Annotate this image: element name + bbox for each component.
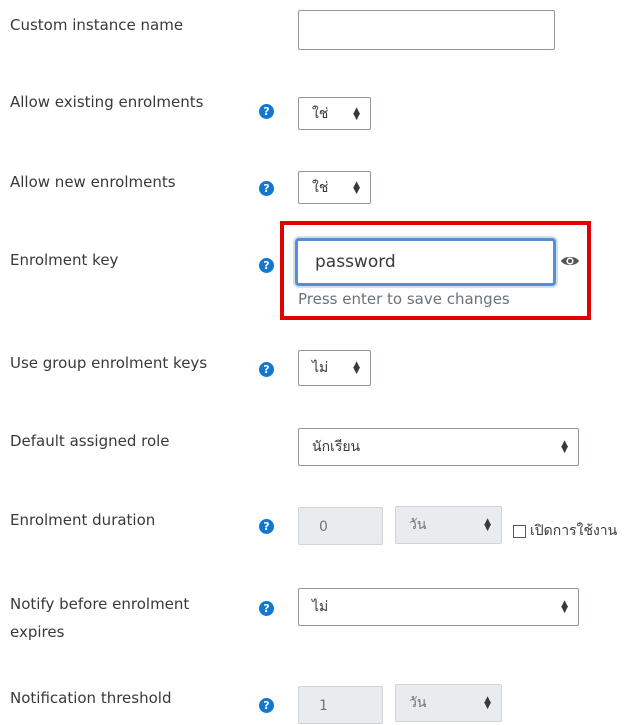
- custom-instance-name-input[interactable]: [298, 10, 555, 50]
- notify-before-expires-value: ไม่: [312, 599, 329, 615]
- help-icon[interactable]: ?: [259, 181, 274, 196]
- up-down-caret-icon: ▲ ▼: [484, 695, 491, 711]
- default-assigned-role-select[interactable]: นักเรียน ▲ ▼: [298, 428, 579, 466]
- default-assigned-role-label: Default assigned role: [10, 432, 170, 450]
- enrolment-duration-label: Enrolment duration: [10, 511, 156, 529]
- up-down-caret-icon: ▲ ▼: [561, 439, 568, 455]
- enrolment-duration-number-input[interactable]: 0: [298, 507, 383, 545]
- allow-new-enrolments-select[interactable]: ใช่ ▲ ▼: [298, 171, 371, 204]
- help-icon[interactable]: ?: [259, 104, 274, 119]
- allow-new-enrolments-label: Allow new enrolments: [10, 173, 176, 191]
- enrolment-key-label: Enrolment key: [10, 251, 119, 269]
- allow-existing-enrolments-value: ใช่: [312, 105, 329, 122]
- use-group-enrolment-keys-label: Use group enrolment keys: [10, 354, 208, 372]
- allow-existing-enrolments-label: Allow existing enrolments: [10, 93, 204, 111]
- enable-duration-label: เปิดการใช้งาน: [530, 523, 618, 539]
- notification-threshold-unit-select[interactable]: วัน ▲ ▼: [395, 684, 502, 722]
- allow-existing-enrolments-select[interactable]: ใช่ ▲ ▼: [298, 97, 371, 130]
- help-icon[interactable]: ?: [259, 698, 274, 713]
- enrolment-duration-unit-select[interactable]: วัน ▲ ▼: [395, 506, 502, 544]
- help-icon[interactable]: ?: [259, 519, 274, 534]
- notification-threshold-unit-value: วัน: [409, 695, 427, 711]
- notification-threshold-number-input[interactable]: 1: [298, 686, 383, 724]
- help-icon[interactable]: ?: [259, 362, 274, 377]
- custom-instance-name-label: Custom instance name: [10, 16, 184, 34]
- notify-before-expires-select[interactable]: ไม่ ▲ ▼: [298, 588, 579, 626]
- use-group-enrolment-keys-select[interactable]: ไม่ ▲ ▼: [298, 350, 371, 386]
- up-down-caret-icon: ▲ ▼: [561, 599, 568, 615]
- up-down-caret-icon: ▲ ▼: [353, 360, 360, 376]
- eye-icon[interactable]: [560, 253, 580, 272]
- up-down-caret-icon: ▲ ▼: [353, 105, 360, 122]
- use-group-enrolment-keys-value: ไม่: [312, 360, 329, 376]
- allow-new-enrolments-value: ใช่: [312, 179, 329, 196]
- up-down-caret-icon: ▲ ▼: [484, 517, 491, 533]
- notify-before-expires-label-line2: expires: [10, 623, 65, 641]
- enrolment-duration-unit-value: วัน: [409, 517, 427, 533]
- notify-before-expires-label-line1: Notify before enrolment: [10, 595, 190, 613]
- enrolment-key-input[interactable]: password: [295, 238, 556, 286]
- notification-threshold-label: Notification threshold: [10, 689, 172, 707]
- enable-duration-checkbox[interactable]: เปิดการใช้งาน: [513, 520, 617, 542]
- help-icon[interactable]: ?: [259, 601, 274, 616]
- help-icon[interactable]: ?: [259, 258, 274, 273]
- enrolment-key-hint: Press enter to save changes: [298, 290, 510, 308]
- up-down-caret-icon: ▲ ▼: [353, 179, 360, 196]
- checkbox-square-icon[interactable]: [513, 524, 526, 538]
- default-assigned-role-value: นักเรียน: [312, 439, 361, 455]
